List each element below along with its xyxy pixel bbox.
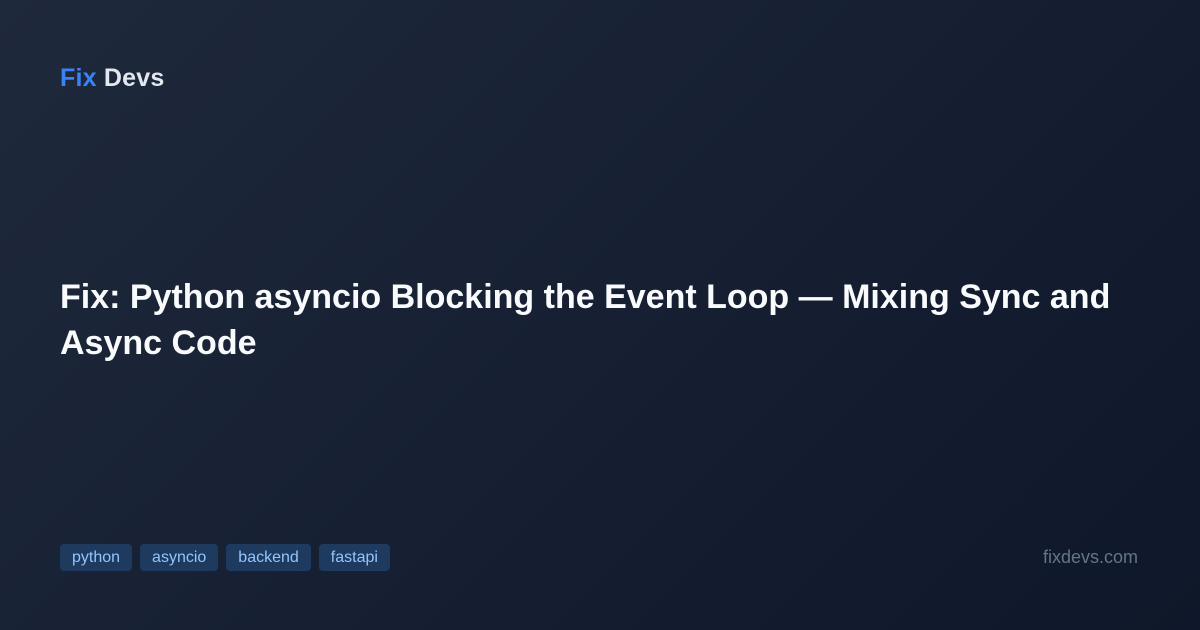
article-title: Fix: Python asyncio Blocking the Event L…	[60, 278, 1111, 362]
tag-backend[interactable]: backend	[226, 543, 311, 571]
tag-fastapi[interactable]: fastapi	[318, 543, 390, 571]
tag-list: python asyncio backend fastapi	[60, 543, 390, 571]
card-footer: python asyncio backend fastapi fixdevs.c…	[60, 543, 1140, 571]
brand-prefix: Fix	[60, 64, 97, 92]
brand-name: Devs	[103, 64, 165, 92]
site-url[interactable]: fixdevs.com	[1043, 547, 1138, 568]
tag-python[interactable]: python	[60, 543, 133, 571]
og-card: Fix Devs Fix: Python asyncio Blocking th…	[0, 0, 1200, 630]
tag-asyncio[interactable]: asyncio	[140, 543, 219, 571]
brand-logo: Fix Devs	[60, 62, 164, 94]
